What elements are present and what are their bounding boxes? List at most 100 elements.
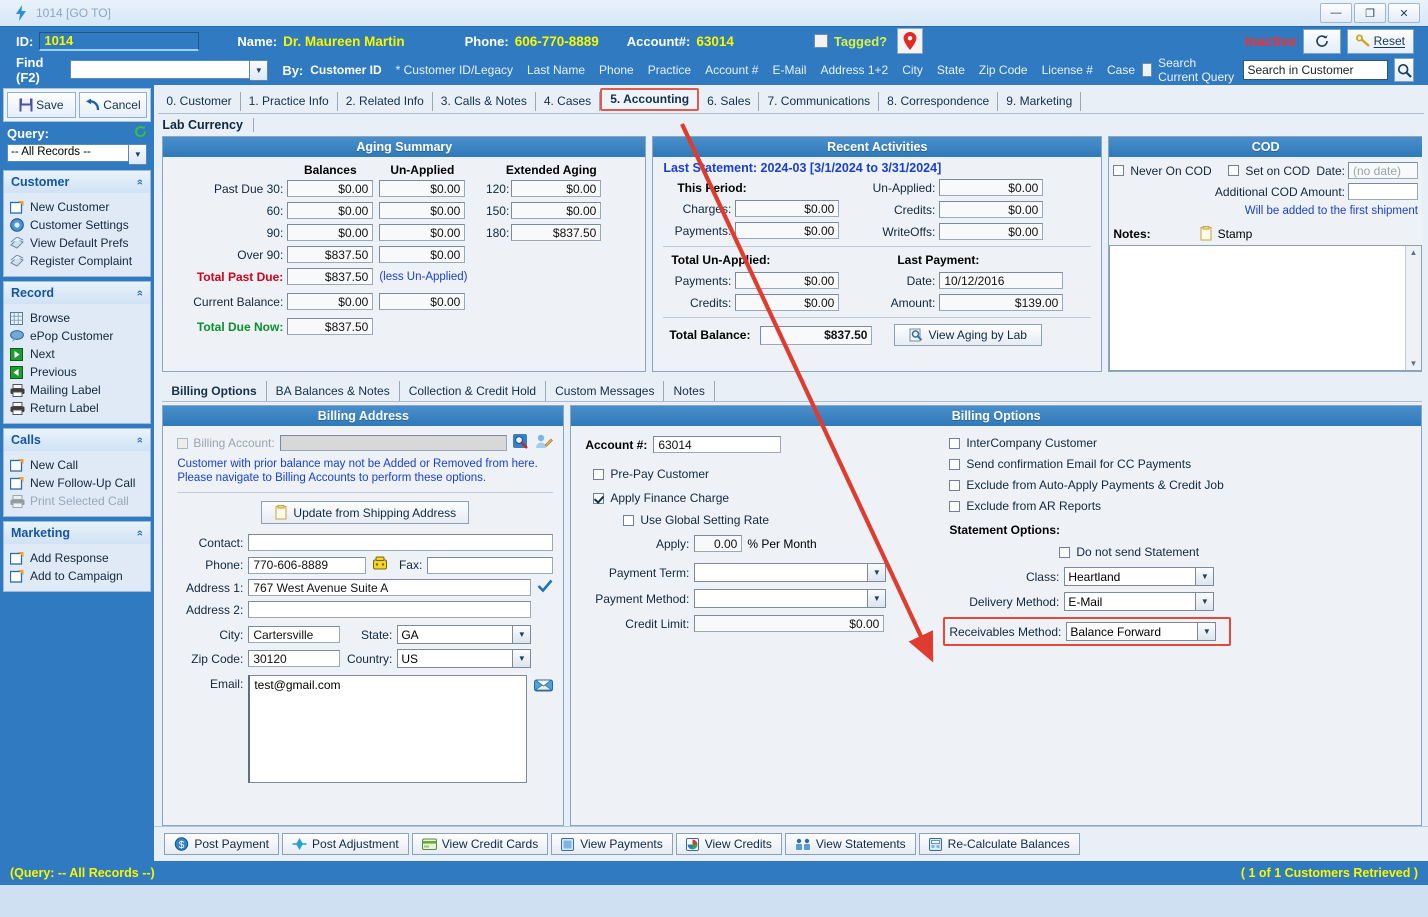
scroll-up-icon[interactable]: ▲ [1410,248,1418,257]
query-refresh-icon[interactable] [134,125,147,141]
search-input[interactable] [1243,60,1389,80]
sidebar-item-add-to-campaign[interactable]: Add to Campaign [10,567,146,585]
receivables-method-dropdown-arrow-icon[interactable]: ▼ [1198,622,1217,641]
tab-2-related-info[interactable]: 2. Related Info [338,92,433,111]
set-on-cod-checkbox[interactable] [1228,165,1240,176]
lab-currency-tab[interactable]: Lab Currency [154,114,1428,132]
close-button[interactable]: ✕ [1388,3,1420,23]
tab-7-communications[interactable]: 7. Communications [759,92,880,111]
sidebar-item-epop-customer[interactable]: ePop Customer [10,327,146,345]
class-dropdown-arrow-icon[interactable]: ▼ [1196,567,1215,586]
sidebar-item-previous[interactable]: Previous [10,363,146,381]
refresh-icon[interactable] [1302,28,1341,54]
sidebar-group-header-record[interactable]: Record » [4,282,151,304]
subtab-ba-balances-notes[interactable]: BA Balances & Notes [267,381,400,401]
view-statements-button[interactable]: View Statements [784,833,916,855]
by-option-city[interactable]: City [902,63,923,77]
cod-notes-scrollbar[interactable]: ▲ ▼ [1405,246,1421,370]
view-credits-button[interactable]: View Credits [675,833,782,855]
sidebar-item-return-label[interactable]: Return Label [10,399,146,417]
delivery-method-dropdown-arrow-icon[interactable]: ▼ [1196,592,1215,611]
post-payment-button[interactable]: $ Post Payment [164,833,280,855]
sidebar-group-header-calls[interactable]: Calls » [4,429,151,451]
update-from-shipping-address-button[interactable]: Update from Shipping Address [261,501,470,524]
never-on-cod-checkbox[interactable] [1113,165,1125,176]
phone-input[interactable]: 770-606-8889 [248,556,367,574]
payment-method-dropdown-arrow-icon[interactable]: ▼ [868,589,887,608]
by-option-customer-id-legacy[interactable]: * Customer ID/Legacy [396,63,513,77]
fax-input[interactable] [427,556,554,574]
tab-0-customer[interactable]: 0. Customer [158,92,241,111]
use-global-setting-rate-checkbox[interactable] [623,514,635,526]
credit-limit-input[interactable]: $0.00 [694,615,885,632]
by-option-customer-id[interactable]: Customer ID [310,63,381,77]
view-aging-by-lab-button[interactable]: View Aging by Lab [894,324,1042,346]
find-input[interactable] [70,59,251,79]
chevron-up-icon[interactable]: » [134,437,146,443]
telephone-icon[interactable] [372,556,388,574]
stamp-button[interactable]: Stamp [1199,226,1252,241]
zip-input[interactable]: 30120 [248,650,341,667]
by-option-case[interactable]: Case [1107,63,1135,77]
state-select-value[interactable]: GA [397,625,514,644]
sidebar-group-header-marketing[interactable]: Marketing » [4,522,151,544]
by-option-zip-code[interactable]: Zip Code [979,63,1028,77]
state-dropdown-arrow-icon[interactable]: ▼ [513,625,532,644]
tab-6-sales[interactable]: 6. Sales [699,92,760,111]
query-select-value[interactable]: -- All Records -- [7,144,130,162]
apply-rate-input[interactable]: 0.00 [694,535,743,552]
send-confirmation-email-for-cc-payments-checkbox[interactable] [949,458,961,470]
person-edit-icon[interactable] [535,433,554,453]
save-button[interactable]: Save [7,92,76,118]
cod-additional-value[interactable] [1348,183,1418,200]
search-current-query-checkbox[interactable] [1142,63,1153,77]
sidebar-item-new-call[interactable]: New Call [10,456,146,474]
tab-3-calls-notes[interactable]: 3. Calls & Notes [433,92,536,111]
payment-method-select-value[interactable] [694,589,869,608]
tab-8-correspondence[interactable]: 8. Correspondence [879,92,999,111]
chevron-up-icon[interactable]: » [134,290,146,296]
minimize-button[interactable]: — [1320,3,1352,23]
delivery-method-select-value[interactable]: E-Mail [1064,592,1197,611]
tagged-checkbox[interactable] [813,34,828,48]
view-credit-cards-button[interactable]: View Credit Cards [411,833,549,855]
by-option-last-name[interactable]: Last Name [527,63,585,77]
payment-term-dropdown-arrow-icon[interactable]: ▼ [868,563,887,582]
find-dropdown-arrow-icon[interactable]: ▼ [250,59,269,81]
sidebar-item-next[interactable]: Next [10,345,146,363]
cod-date-value[interactable]: (no date) [1348,162,1418,179]
exclude-from-ar-reports-checkbox[interactable] [949,500,961,512]
country-select-value[interactable]: US [397,649,514,668]
tab-5-accounting[interactable]: 5. Accounting [600,88,700,111]
bo-account-input[interactable]: 63014 [653,436,782,453]
class-select-value[interactable]: Heartland [1064,567,1197,586]
payment-term-select-value[interactable] [694,563,869,582]
email-input[interactable]: test@gmail.com [248,675,528,783]
contact-input[interactable] [248,534,554,551]
chevron-up-icon[interactable]: » [134,530,146,536]
post-adjustment-button[interactable]: Post Adjustment [282,833,409,855]
customer-id-input[interactable] [39,31,200,51]
tab-9-marketing[interactable]: 9. Marketing [998,92,1082,111]
country-dropdown-arrow-icon[interactable]: ▼ [513,649,532,668]
apply-finance-charge-checkbox[interactable] [593,492,605,504]
by-option-license[interactable]: License # [1042,63,1093,77]
view-payments-button[interactable]: View Payments [551,833,673,855]
city-input[interactable]: Cartersville [248,626,341,643]
sidebar-item-new-follow-up-call[interactable]: New Follow-Up Call [10,474,146,492]
reset-button[interactable]: Reset [1346,28,1414,54]
cancel-button[interactable]: Cancel [78,92,148,118]
by-option-state[interactable]: State [937,63,965,77]
cod-notes-value[interactable] [1110,246,1405,370]
subtab-notes[interactable]: Notes [664,381,715,401]
sidebar-item-view-default-prefs[interactable]: View Default Prefs [10,234,146,252]
sidebar-item-register-complaint[interactable]: Register Complaint [10,252,146,270]
envelope-icon[interactable] [534,675,554,783]
search-customer-icon[interactable] [512,433,530,453]
sidebar-item-browse[interactable]: Browse [10,309,146,327]
by-option-address-1-2[interactable]: Address 1+2 [820,63,888,77]
sidebar-item-customer-settings[interactable]: Customer Settings [10,216,146,234]
subtab-billing-options[interactable]: Billing Options [162,381,267,401]
scroll-down-icon[interactable]: ▼ [1410,359,1418,368]
by-option-e-mail[interactable]: E-Mail [772,63,806,77]
